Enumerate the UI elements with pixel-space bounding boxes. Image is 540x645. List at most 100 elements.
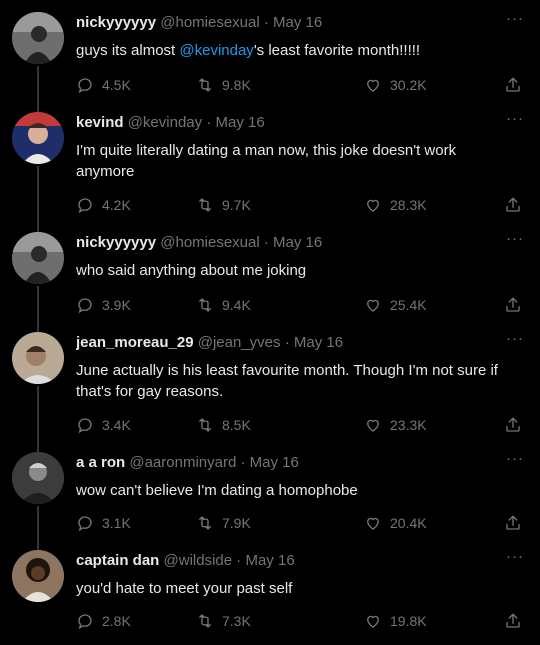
heart-icon	[367, 517, 379, 530]
tweet-header: captain dan @wildside · May 16	[76, 552, 500, 569]
timestamp[interactable]: May 16	[273, 234, 322, 251]
timestamp[interactable]: May 16	[215, 114, 264, 131]
avatar[interactable]	[12, 550, 64, 602]
retweet-button[interactable]: 9.7K	[196, 196, 251, 214]
handle[interactable]: @aaronminyard	[129, 454, 236, 471]
retweet-button[interactable]: 9.4K	[196, 296, 251, 314]
retweet-button[interactable]: 7.9K	[196, 514, 251, 532]
heart-icon	[367, 199, 379, 212]
like-button[interactable]: 20.4K	[364, 514, 427, 532]
retweet-button[interactable]: 8.5K	[196, 416, 251, 434]
display-name[interactable]: nickyyyyyy	[76, 234, 156, 251]
reply-button[interactable]: 3.4K	[76, 416, 131, 434]
avatar[interactable]	[12, 232, 64, 284]
more-icon[interactable]: ···	[506, 330, 524, 347]
display-name[interactable]: a a ron	[76, 454, 125, 471]
handle[interactable]: @homiesexual	[160, 14, 259, 31]
share-button[interactable]	[504, 416, 522, 434]
retweet-button[interactable]: 7.3K	[196, 612, 251, 630]
tweet-actions: 4.5K 9.8K 30.2K	[76, 76, 524, 100]
display-name[interactable]: kevind	[76, 114, 124, 131]
like-button[interactable]: 28.3K	[364, 196, 427, 214]
display-name[interactable]: nickyyyyyy	[76, 14, 156, 31]
avatar[interactable]	[12, 12, 64, 64]
share-button[interactable]	[504, 196, 522, 214]
more-icon[interactable]: ···	[506, 230, 524, 247]
more-icon[interactable]: ···	[506, 10, 524, 27]
tweet[interactable]: nickyyyyyy @homiesexual · May 16 ··· who…	[0, 220, 540, 332]
like-count: 30.2K	[390, 77, 427, 93]
timestamp[interactable]: May 16	[245, 552, 294, 569]
avatar[interactable]	[12, 332, 64, 384]
handle[interactable]: @homiesexual	[160, 234, 259, 251]
tweet-header: a a ron @aaronminyard · May 16	[76, 454, 500, 471]
share-icon	[506, 613, 520, 628]
tweet-actions: 2.8K 7.3K 19.8K	[76, 612, 524, 636]
tweet[interactable]: a a ron @aaronminyard · May 16 ··· wow c…	[0, 440, 540, 550]
separator: ·	[206, 114, 212, 131]
share-button[interactable]	[504, 76, 522, 94]
reply-count: 3.9K	[102, 297, 131, 313]
tweet[interactable]: nickyyyyyy @homiesexual · May 16 ··· guy…	[0, 0, 540, 112]
tweet-header: kevind @kevinday · May 16	[76, 114, 500, 131]
retweet-icon	[199, 614, 211, 628]
share-icon	[506, 417, 520, 432]
more-icon[interactable]: ···	[506, 548, 524, 565]
avatar-image	[12, 12, 64, 64]
reply-count: 4.2K	[102, 197, 131, 213]
reply-count: 3.4K	[102, 417, 131, 433]
more-icon[interactable]: ···	[506, 110, 524, 127]
display-name[interactable]: jean_moreau_29	[76, 334, 194, 351]
tweet-text: you'd hate to meet your past self	[76, 580, 293, 597]
tweet-text: I'm quite literally dating a man now, th…	[76, 142, 457, 180]
retweet-icon	[199, 418, 211, 432]
reply-icon	[78, 418, 92, 434]
avatar[interactable]	[12, 112, 64, 164]
more-icon[interactable]: ···	[506, 450, 524, 467]
tweet[interactable]: jean_moreau_29 @jean_yves · May 16 ··· J…	[0, 320, 540, 452]
retweet-button[interactable]: 9.8K	[196, 76, 251, 94]
avatar-image	[12, 452, 64, 504]
reply-button[interactable]: 2.8K	[76, 612, 131, 630]
share-icon	[506, 197, 520, 212]
separator: ·	[263, 14, 269, 31]
timestamp[interactable]: May 16	[273, 14, 322, 31]
reply-count: 4.5K	[102, 77, 131, 93]
avatar[interactable]	[12, 452, 64, 504]
handle[interactable]: @wildside	[164, 552, 233, 569]
reply-button[interactable]: 3.9K	[76, 296, 131, 314]
retweet-count: 9.4K	[222, 297, 251, 313]
reply-icon	[78, 614, 92, 630]
reply-button[interactable]: 4.5K	[76, 76, 131, 94]
share-button[interactable]	[504, 296, 522, 314]
share-button[interactable]	[504, 612, 522, 630]
like-button[interactable]: 23.3K	[364, 416, 427, 434]
like-count: 23.3K	[390, 417, 427, 433]
share-icon	[506, 77, 520, 92]
tweet[interactable]: captain dan @wildside · May 16 ··· you'd…	[0, 538, 540, 645]
like-button[interactable]: 19.8K	[364, 612, 427, 630]
handle[interactable]: @jean_yves	[198, 334, 281, 351]
retweet-count: 9.7K	[222, 197, 251, 213]
timestamp[interactable]: May 16	[294, 334, 343, 351]
handle[interactable]: @kevinday	[128, 114, 202, 131]
retweet-icon	[199, 78, 211, 92]
reply-button[interactable]: 3.1K	[76, 514, 131, 532]
heart-icon	[367, 299, 379, 312]
heart-icon	[367, 79, 379, 92]
separator: ·	[236, 552, 242, 569]
mention-link[interactable]: @kevinday	[179, 42, 253, 59]
reply-button[interactable]: 4.2K	[76, 196, 131, 214]
share-icon	[506, 515, 520, 530]
tweet-text: guys its almost @kevinday's least favori…	[76, 40, 501, 61]
display-name[interactable]: captain dan	[76, 552, 159, 569]
tweet[interactable]: kevind @kevinday · May 16 ··· I'm quite …	[0, 100, 540, 232]
like-button[interactable]: 25.4K	[364, 296, 427, 314]
timestamp[interactable]: May 16	[250, 454, 299, 471]
like-button[interactable]: 30.2K	[364, 76, 427, 94]
like-count: 19.8K	[390, 613, 427, 629]
tweet-header: jean_moreau_29 @jean_yves · May 16	[76, 334, 500, 351]
share-button[interactable]	[504, 514, 522, 532]
heart-icon	[367, 615, 379, 628]
reply-count: 3.1K	[102, 515, 131, 531]
